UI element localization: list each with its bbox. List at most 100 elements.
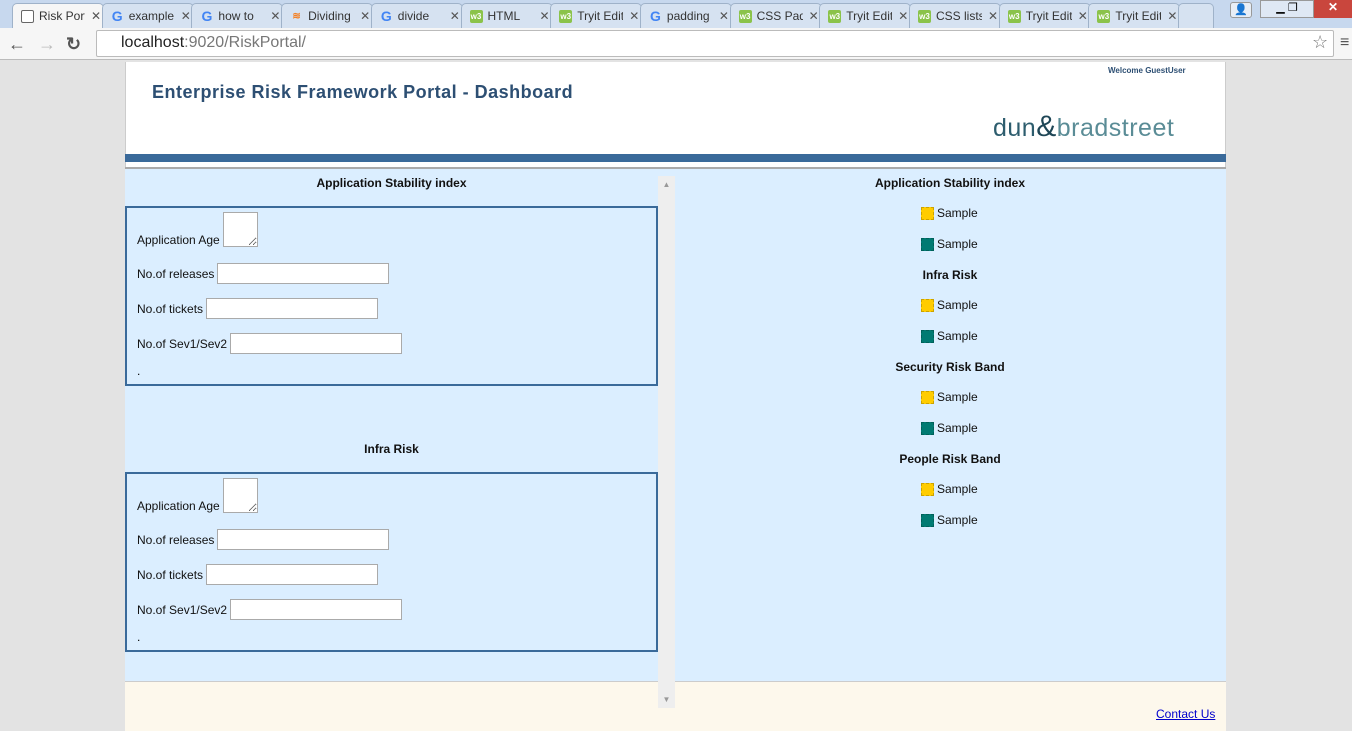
color-swatch-icon xyxy=(921,513,934,527)
browser-tab[interactable]: Gexample ✕ xyxy=(101,3,194,28)
browser-tab[interactable]: Gpadding ✕ xyxy=(639,3,732,28)
browser-tab[interactable]: w3 Tryit Editor ✕ xyxy=(819,3,912,28)
google-favicon-icon: G xyxy=(380,8,392,24)
close-tab-icon[interactable]: ✕ xyxy=(540,9,550,23)
color-swatch-icon xyxy=(921,329,934,343)
form-row: Application Age xyxy=(137,212,258,247)
logo-text: dun xyxy=(993,114,1037,142)
logo-amp: & xyxy=(1036,110,1057,143)
w3-favicon-icon: w3 xyxy=(1097,9,1111,23)
legend-label: Sample xyxy=(937,421,978,435)
browser-tab[interactable]: ≋ Dividing ✕ xyxy=(281,3,374,28)
browser-tab[interactable]: w3 HTML ✕ xyxy=(460,3,553,28)
close-tab-icon[interactable]: ✕ xyxy=(270,9,280,23)
color-swatch-icon xyxy=(921,482,934,496)
close-tab-icon[interactable]: ✕ xyxy=(898,9,908,23)
application-age-textarea[interactable] xyxy=(222,478,258,513)
field-label: No.of Sev1/Sev2 xyxy=(137,603,228,617)
section-title: Infra Risk xyxy=(364,442,419,456)
window-close-button[interactable]: ✕ xyxy=(1314,0,1352,18)
left-panel-scrollbar[interactable]: ▲ ▼ xyxy=(658,176,675,708)
input-fieldset: Application Age No.of releases No.of ticke… xyxy=(125,206,658,386)
field-label: No.of tickets xyxy=(137,302,204,316)
close-tab-icon[interactable]: ✕ xyxy=(809,9,819,23)
browser-tab[interactable]: w3 CSS lists ✕ xyxy=(909,3,1001,28)
new-tab-button[interactable] xyxy=(1178,3,1214,28)
close-tab-icon[interactable]: ✕ xyxy=(181,9,191,23)
google-favicon-icon: G xyxy=(201,8,213,24)
back-button[interactable]: ← xyxy=(8,4,26,54)
close-tab-icon[interactable]: ✕ xyxy=(719,9,729,23)
menu-icon[interactable]: ≡ xyxy=(1340,34,1349,52)
legend-group-title: Infra Risk xyxy=(922,268,978,282)
field-label: No.of releases xyxy=(137,533,215,547)
color-swatch-icon xyxy=(921,421,934,435)
contact-us-link[interactable]: Contact Us xyxy=(1156,707,1215,721)
field-label: No.of tickets xyxy=(137,568,204,582)
tab-title: example xyxy=(128,9,175,23)
close-tab-icon[interactable]: ✕ xyxy=(1078,9,1088,23)
w3-favicon-icon: w3 xyxy=(738,9,752,23)
tab-title: Tryit Editor xyxy=(846,9,892,23)
field-input[interactable] xyxy=(206,298,379,319)
color-swatch-icon xyxy=(921,390,934,404)
field-label: No.of releases xyxy=(137,267,215,281)
browser-tab[interactable]: w3 Tryit Editor ✕ xyxy=(550,3,643,28)
field-label: No.of Sev1/Sev2 xyxy=(137,337,228,351)
application-age-textarea[interactable] xyxy=(222,212,258,247)
close-tab-icon[interactable]: ✕ xyxy=(450,9,460,23)
color-swatch-icon xyxy=(921,237,934,251)
legend-group-title: Security Risk Band xyxy=(895,360,1005,374)
close-tab-icon[interactable]: ✕ xyxy=(360,9,370,23)
forward-button[interactable]: → xyxy=(38,4,56,54)
form-row: Application Age xyxy=(137,478,258,513)
legend-label: Sample xyxy=(937,206,978,220)
header-divider xyxy=(125,154,1226,162)
legend-label: Sample xyxy=(937,482,978,496)
welcome-text: Welcome GuestUser xyxy=(1108,66,1186,75)
url-path: :9020/RiskPortal/ xyxy=(184,34,306,51)
legend-item: Sample xyxy=(921,482,978,496)
field-input[interactable] xyxy=(217,263,390,284)
tab-title: CSS Padding xyxy=(756,9,803,23)
google-favicon-icon: G xyxy=(111,8,123,24)
stackoverflow-favicon-icon: ≋ xyxy=(292,10,301,22)
tab-title: Dividing xyxy=(308,9,351,23)
address-bar[interactable]: localhost:9020/RiskPortal/ xyxy=(96,30,1334,57)
footer xyxy=(125,681,1226,731)
legend-group-title: People Risk Band xyxy=(899,452,1001,466)
color-swatch-icon xyxy=(921,298,934,312)
legend-item: Sample xyxy=(921,237,978,251)
close-tab-icon[interactable]: ✕ xyxy=(988,9,998,23)
field-input[interactable] xyxy=(206,564,379,585)
legend-label: Sample xyxy=(937,513,978,527)
browser-tab[interactable]: Ghow to ✕ xyxy=(191,3,284,28)
tab-title: HTML xyxy=(487,9,521,23)
browser-tab[interactable]: w3 Tryit Editor ✕ xyxy=(998,3,1091,28)
legend-item: Sample xyxy=(921,206,978,220)
browser-tab[interactable]: Gdivide ✕ xyxy=(370,3,463,28)
url-host: localhost xyxy=(121,34,185,51)
user-icon[interactable]: 👤 xyxy=(1230,2,1252,18)
close-tab-icon[interactable]: ✕ xyxy=(1167,9,1177,23)
close-tab-icon[interactable]: ✕ xyxy=(91,9,101,23)
form-row: No.of tickets xyxy=(137,564,379,585)
bookmark-star-icon[interactable]: ☆ xyxy=(1312,32,1328,53)
scroll-up-arrow[interactable]: ▲ xyxy=(658,180,675,189)
field-label: Application Age xyxy=(137,499,220,513)
tab-title: padding xyxy=(666,9,710,23)
field-input[interactable] xyxy=(230,333,403,354)
tab-title: CSS lists xyxy=(936,9,982,23)
legend-label: Sample xyxy=(937,237,978,251)
section-title: Application Stability index xyxy=(316,176,467,190)
close-tab-icon[interactable]: ✕ xyxy=(629,9,639,23)
field-input[interactable] xyxy=(217,529,390,550)
window-min-max-buttons[interactable]: ▁ ❐ xyxy=(1260,0,1314,18)
w3-favicon-icon: w3 xyxy=(828,9,842,23)
tab-title: how to xyxy=(218,9,254,23)
browser-tab[interactable]: w3 Tryit Editor ✕ xyxy=(1088,3,1181,28)
scroll-down-arrow[interactable]: ▼ xyxy=(658,695,675,704)
field-input[interactable] xyxy=(230,599,403,620)
browser-tab[interactable]: w3 CSS Padding ✕ xyxy=(729,3,822,28)
reload-button[interactable]: ↻ xyxy=(66,4,81,54)
